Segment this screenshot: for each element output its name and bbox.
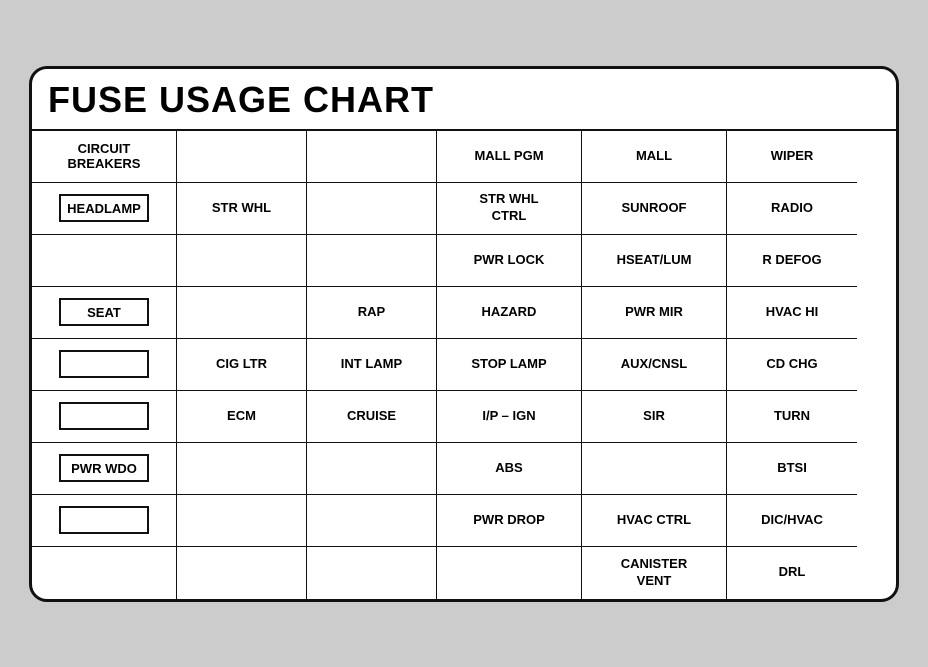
unnamed-box-3 — [59, 506, 149, 534]
cell-r2-c4: R DEFOG — [727, 235, 857, 287]
unnamed-box-2 — [59, 402, 149, 430]
cell-r5-c1: CRUISE — [307, 391, 437, 443]
cell-r4-c1: INT LAMP — [307, 339, 437, 391]
unnamed-box-1 — [59, 350, 149, 378]
headlamp-box: HEADLAMP — [59, 194, 149, 222]
cell-r7-c2: PWR DROP — [437, 495, 582, 547]
cell-r5-c0: ECM — [177, 391, 307, 443]
cell-r0-c0 — [177, 131, 307, 183]
cell-r5-c3: SIR — [582, 391, 727, 443]
cell-r8-c0 — [177, 547, 307, 599]
cell-r2-c3: HSEAT/LUM — [582, 235, 727, 287]
headlamp-row: HEADLAMP — [32, 183, 176, 235]
right-grid: MALL PGMMALLWIPER STR WHL STR WHLCTRLSUNRO… — [177, 131, 896, 599]
cell-r0-c2: MALL PGM — [437, 131, 582, 183]
left-panel: CIRCUITBREAKERS HEADLAMP SEAT PWR WDO — [32, 131, 177, 599]
cell-r8-c2 — [437, 547, 582, 599]
pwr-wdo-box: PWR WDO — [59, 454, 149, 482]
lp-empty-box-3 — [32, 495, 176, 547]
cell-r2-c0 — [177, 235, 307, 287]
cell-r4-c3: AUX/CNSL — [582, 339, 727, 391]
cell-r1-c4: RADIO — [727, 183, 857, 235]
cell-r2-c2: PWR LOCK — [437, 235, 582, 287]
cell-r4-c4: CD CHG — [727, 339, 857, 391]
cell-r5-c2: I/P – IGN — [437, 391, 582, 443]
cell-r7-c3: HVAC CTRL — [582, 495, 727, 547]
cell-r7-c0 — [177, 495, 307, 547]
cell-r5-c4: TURN — [727, 391, 857, 443]
cell-r2-c1 — [307, 235, 437, 287]
pwr-wdo-row: PWR WDO — [32, 443, 176, 495]
cell-r1-c1 — [307, 183, 437, 235]
cell-r6-c4: BTSI — [727, 443, 857, 495]
cb-label-row: CIRCUITBREAKERS — [32, 131, 176, 183]
lp-empty-box-1 — [32, 339, 176, 391]
cell-r6-c1 — [307, 443, 437, 495]
cell-r8-c1 — [307, 547, 437, 599]
cell-r6-c0 — [177, 443, 307, 495]
cell-r1-c3: SUNROOF — [582, 183, 727, 235]
cell-r3-c3: PWR MIR — [582, 287, 727, 339]
cell-r8-c4: DRL — [727, 547, 857, 599]
cell-r3-c4: HVAC HI — [727, 287, 857, 339]
cell-r4-c2: STOP LAMP — [437, 339, 582, 391]
cell-r1-c0: STR WHL — [177, 183, 307, 235]
cell-r7-c1 — [307, 495, 437, 547]
cell-r8-c3: CANISTERVENT — [582, 547, 727, 599]
cell-r3-c1: RAP — [307, 287, 437, 339]
chart-title: FUSE USAGE CHART — [32, 69, 896, 131]
seat-box: SEAT — [59, 298, 149, 326]
cell-r6-c3 — [582, 443, 727, 495]
chart-body: CIRCUITBREAKERS HEADLAMP SEAT PWR WDO — [32, 131, 896, 599]
cb-label: CIRCUITBREAKERS — [68, 141, 141, 171]
cell-r0-c3: MALL — [582, 131, 727, 183]
cell-r1-c2: STR WHLCTRL — [437, 183, 582, 235]
lp-empty-last — [32, 547, 176, 599]
fuse-chart: FUSE USAGE CHART CIRCUITBREAKERS HEADLAM… — [29, 66, 899, 602]
seat-row: SEAT — [32, 287, 176, 339]
cell-r7-c4: DIC/HVAC — [727, 495, 857, 547]
cell-r0-c4: WIPER — [727, 131, 857, 183]
cell-r3-c0 — [177, 287, 307, 339]
lp-empty-1 — [32, 235, 176, 287]
cell-r0-c1 — [307, 131, 437, 183]
cell-r6-c2: ABS — [437, 443, 582, 495]
cell-r4-c0: CIG LTR — [177, 339, 307, 391]
lp-empty-box-2 — [32, 391, 176, 443]
cell-r3-c2: HAZARD — [437, 287, 582, 339]
